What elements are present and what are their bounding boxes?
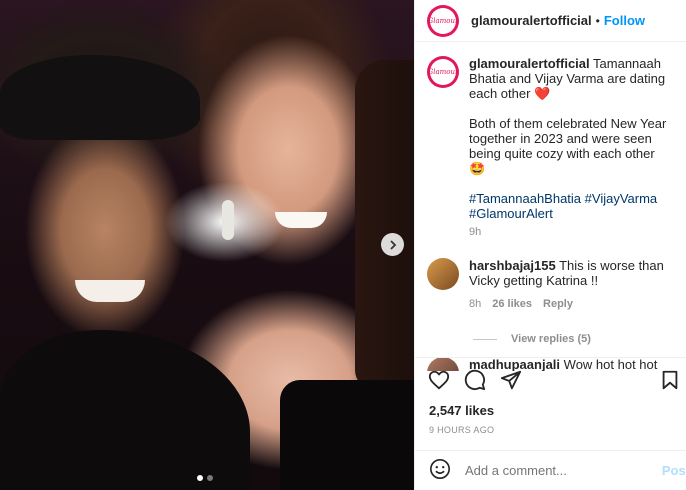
view-replies-button[interactable]: View replies (5) <box>415 333 686 345</box>
author-avatar-inner: Glamour <box>427 7 459 34</box>
heart-emoji-icon: ❤️ <box>534 86 551 101</box>
share-button[interactable] <box>499 368 523 392</box>
photo-smile-right <box>275 212 327 228</box>
hashtag-link[interactable]: #TamannaahBhatia <box>469 191 581 206</box>
author-avatar[interactable]: Glamour <box>427 4 459 37</box>
comment-button[interactable] <box>463 368 487 392</box>
likes-count[interactable]: 2,547 likes <box>429 403 494 418</box>
carousel-dot-active <box>197 475 203 481</box>
smiley-icon <box>430 459 450 479</box>
comment-likes[interactable]: 26 likes <box>492 297 532 312</box>
post-side-panel: Glamour glamouralertofficial • Follow Gl… <box>414 0 686 490</box>
comment-time: 8h <box>469 298 482 310</box>
commenter-username[interactable]: harshbajaj155 <box>469 258 556 273</box>
next-photo-button[interactable] <box>381 233 404 256</box>
header-separator: • <box>595 13 600 28</box>
heart-eyes-emoji-icon: 🤩 <box>469 161 486 176</box>
post-time-ago: 9 HOURS AGO <box>429 425 495 435</box>
caption-paragraph-2: Both of them celebrated New Year togethe… <box>469 116 674 176</box>
photo-smile-left <box>75 280 145 302</box>
reply-button[interactable]: Reply <box>543 297 573 312</box>
post-header: Glamour glamouralertofficial • Follow <box>415 0 686 42</box>
comment-body: harshbajaj155 This is worse than Vicky g… <box>469 258 674 312</box>
photo-hair-left <box>0 55 200 140</box>
carousel-dot <box>207 475 213 481</box>
post-photo[interactable] <box>0 0 414 490</box>
caption-avatar-inner: Glamour <box>427 59 459 85</box>
like-button[interactable] <box>427 368 451 392</box>
comment-item: harshbajaj155 This is worse than Vicky g… <box>415 240 686 312</box>
brand-logo: Glamour <box>427 68 459 76</box>
send-icon <box>500 370 522 390</box>
caption-time: 9h <box>469 226 482 238</box>
replies-divider-line <box>473 338 497 340</box>
comment-icon <box>464 369 486 391</box>
caption-body: glamouralertofficial Tamannaah Bhatia an… <box>469 56 674 240</box>
comment-input[interactable] <box>465 463 645 478</box>
comment-meta: 8h 26 likes Reply <box>469 297 674 312</box>
heart-icon <box>428 370 450 390</box>
caption-username[interactable]: glamouralertofficial <box>469 56 590 71</box>
brand-logo: Glamour <box>427 16 459 25</box>
photo-earring <box>222 200 234 240</box>
caption: Glamour glamouralertofficial Tamannaah B… <box>415 42 686 240</box>
follow-button[interactable]: Follow <box>604 13 645 28</box>
bookmark-icon <box>662 370 678 390</box>
chevron-right-icon <box>389 239 396 250</box>
carousel-dots <box>197 475 213 481</box>
save-button[interactable] <box>658 368 682 392</box>
add-comment-bar: Post <box>415 450 686 490</box>
author-username[interactable]: glamouralertofficial <box>471 13 592 28</box>
photo-hair-right <box>355 60 414 390</box>
emoji-picker-button[interactable] <box>429 458 451 483</box>
post-comment-button[interactable]: Post <box>662 463 686 478</box>
action-bar <box>415 357 686 402</box>
caption-hashtags: #TamannaahBhatia #VijayVarma #GlamourAle… <box>469 191 674 221</box>
caption-paragraph-1: glamouralertofficial Tamannaah Bhatia an… <box>469 56 674 101</box>
view-replies-label: View replies (5) <box>511 333 591 345</box>
photo-shirt <box>0 330 250 490</box>
caption-avatar[interactable]: Glamour <box>427 56 459 88</box>
hashtag-link[interactable]: #GlamourAlert <box>469 206 553 221</box>
commenter-avatar[interactable] <box>427 258 459 290</box>
caption-text-2: Both of them celebrated New Year togethe… <box>469 116 667 161</box>
hashtag-link[interactable]: #VijayVarma <box>585 191 658 206</box>
photo-dress <box>280 380 414 490</box>
